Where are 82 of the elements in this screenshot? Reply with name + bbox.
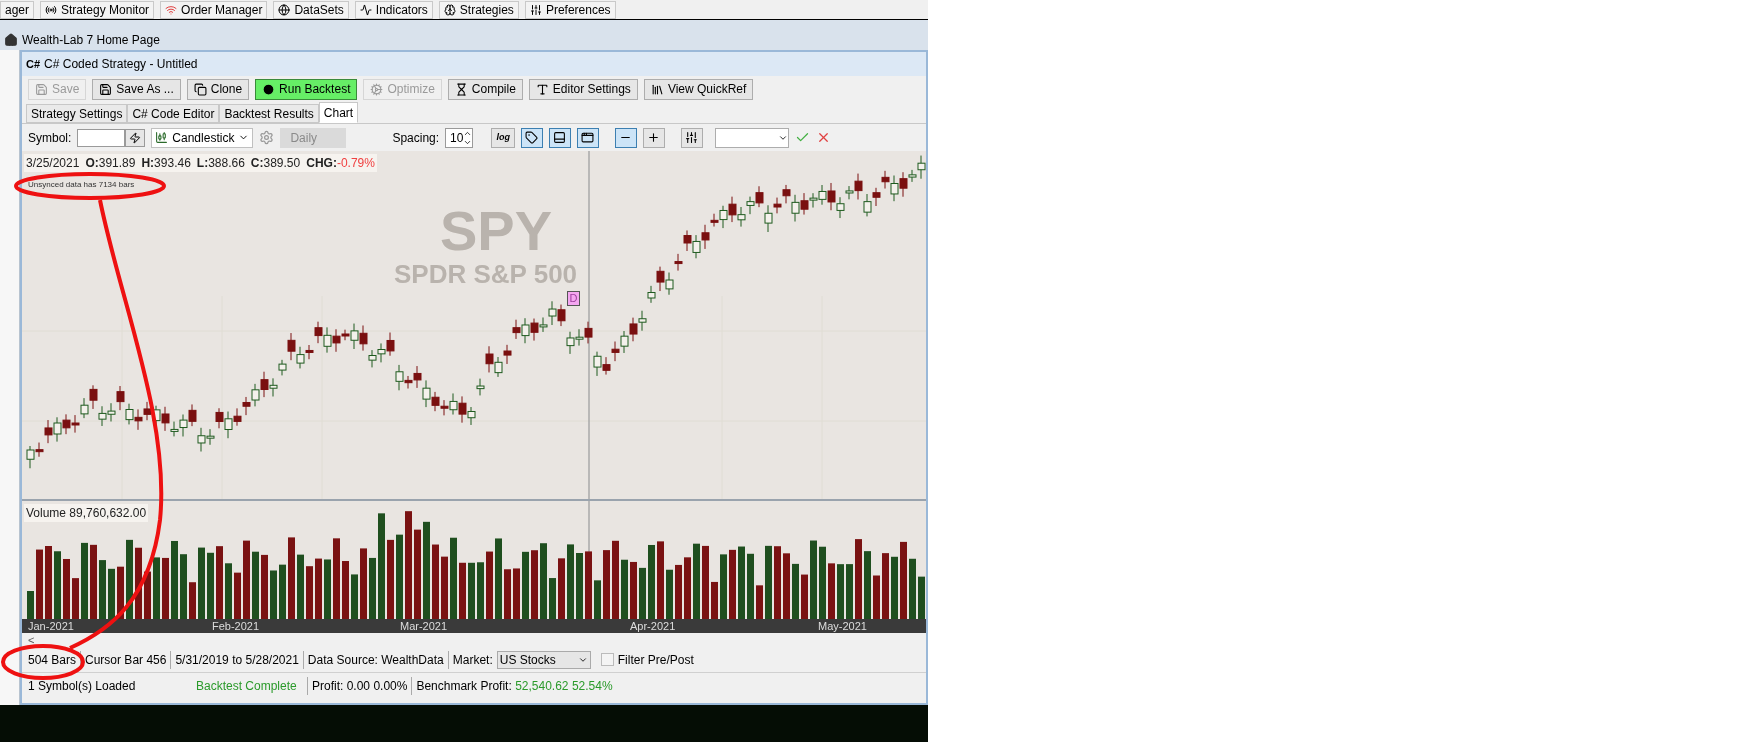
status-text: Backtest Complete (196, 677, 308, 695)
wave-icon (359, 3, 372, 16)
status-text: 5/31/2019 to 5/28/2021 (171, 650, 304, 669)
date-axis-label: Jan-2021 (28, 619, 75, 633)
chart-toggle-button[interactable] (576, 127, 599, 148)
toolbar-button[interactable]: ager (0, 0, 35, 19)
lightning-icon (129, 131, 142, 144)
toolbar-button[interactable]: Run Backtest (255, 78, 358, 100)
status-text: Profit: 0.00 0.00% (308, 677, 413, 695)
toolbar-icon (370, 82, 384, 96)
wifi-icon (165, 3, 178, 16)
toolbar-icon (650, 82, 664, 96)
date-axis-label: Feb-2021 (212, 619, 261, 633)
chart-toggle-button[interactable] (520, 127, 543, 148)
note-text: Unsynced data has 7134 bars (28, 179, 135, 191)
toolbar-button[interactable]: Editor Settings (528, 78, 638, 100)
tab[interactable]: Chart (318, 102, 359, 123)
toolbar-button[interactable]: Clone (186, 78, 250, 100)
price-value: O:391.89 (85, 155, 136, 172)
toolbar-icon (262, 82, 276, 96)
symbol-label: Symbol: (28, 129, 72, 147)
spacing-label: Spacing: (392, 129, 440, 147)
status-text: 1 Symbol(s) Loaded (28, 678, 137, 695)
chart-toggle-button[interactable] (548, 127, 571, 148)
scale-field: Daily (280, 127, 347, 148)
toolbar-button[interactable]: DataSets (273, 0, 349, 19)
change-value: CHG:-0.79% (306, 155, 375, 172)
filter-checkbox[interactable] (600, 653, 614, 666)
chart-style-dropdown[interactable]: Candlestick (151, 127, 254, 148)
date-axis-label: May-2021 (818, 619, 867, 633)
scroll-left-button[interactable]: < (28, 634, 35, 646)
chart-toggle-button[interactable] (614, 127, 637, 148)
panel-icon (553, 131, 567, 144)
tab[interactable]: C# Code Editor (127, 104, 220, 123)
date-axis-label: Mar-2021 (400, 619, 449, 633)
filter-label: Filter Pre/Post (617, 651, 694, 669)
toolbar-icon (454, 82, 468, 96)
toolbar-button[interactable]: Preferences (524, 0, 616, 19)
chart-toggle-button[interactable] (680, 127, 703, 148)
home-icon (4, 33, 18, 47)
lightning-button[interactable] (125, 128, 146, 147)
status-text: 504 Bars (24, 650, 82, 669)
window-icon (581, 131, 595, 144)
price-value: H:393.46 (141, 155, 191, 172)
signal-icon (45, 3, 58, 16)
toolbar-icon (35, 82, 48, 96)
toolbar-button[interactable]: Compile (447, 78, 523, 100)
market-label: Market: (451, 651, 494, 669)
market-dropdown[interactable]: US Stocks (496, 650, 591, 669)
window-title: Wealth-Lab 7 Home Page (22, 32, 160, 49)
toolbar-button[interactable]: Strategy Monitor (40, 0, 155, 19)
symbol-field[interactable] (77, 128, 126, 147)
status-text: Data Source: WealthData (303, 650, 449, 669)
bar-date: 3/25/2021 (26, 155, 80, 172)
price-value: C:389.50 (250, 155, 301, 172)
chart-toggle-button[interactable] (642, 127, 665, 148)
toolbar-icon (535, 82, 549, 96)
tab[interactable]: Backtest Results (219, 104, 319, 123)
globe-icon (278, 3, 291, 16)
window-title: C# Coded Strategy - Untitled (44, 56, 198, 73)
status-text: Benchmark Profit: 52,540.62 52.54% (415, 678, 614, 695)
csharp-logo: C# (26, 56, 41, 72)
status-text: Cursor Bar 456 (81, 650, 172, 669)
sliders-icon (685, 131, 699, 144)
tab[interactable]: Strategy Settings (26, 104, 128, 123)
toolbar-button[interactable]: Save As ... (92, 78, 181, 100)
toolbar-button[interactable]: Indicators (354, 0, 433, 19)
date-axis-label: Apr-2021 (630, 619, 677, 633)
cross-icon (647, 131, 661, 144)
candlestick-icon (155, 131, 169, 144)
signal-marker: D (567, 291, 580, 306)
sliders-icon (529, 3, 542, 16)
toolbar-button[interactable]: Strategies (438, 0, 519, 19)
toolbar-icon (99, 82, 113, 96)
log-button[interactable]: log (491, 127, 515, 148)
volume-label: Volume 89,760,632.00 (24, 504, 149, 522)
tag-icon (525, 131, 539, 144)
toolbar-button[interactable]: View QuickRef (643, 78, 754, 100)
spacing-spinner[interactable]: 10 (445, 127, 474, 148)
price-value: L:388.66 (196, 155, 245, 172)
toolbar-icon (193, 82, 207, 96)
toolbar-button[interactable]: Order Manager (160, 0, 268, 19)
